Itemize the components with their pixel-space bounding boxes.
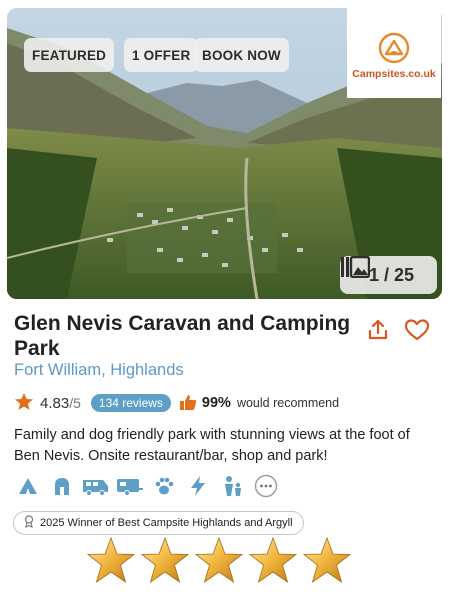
featured-badge: FEATURED — [24, 38, 115, 72]
share-icon — [368, 319, 388, 340]
share-button[interactable] — [367, 318, 389, 342]
caravan-icon — [116, 474, 144, 498]
gallery-counter-button[interactable]: 1 / 25 — [340, 256, 437, 294]
gold-star-icon — [194, 536, 244, 583]
family-icon — [218, 474, 246, 498]
rating-row: 4.83/5 134 reviews 99% would recommend — [14, 392, 444, 414]
thumbs-up-icon — [179, 393, 197, 414]
cabin-icon — [48, 474, 76, 498]
rating-score: 4.83/5 — [40, 394, 81, 412]
award-badge: 2025 Winner of Best Campsite Highlands a… — [13, 511, 304, 535]
heart-icon — [404, 319, 430, 341]
recommend-percentage: 99% — [201, 395, 231, 411]
recommend-label: would recommend — [236, 396, 340, 410]
award-text: 2025 Winner of Best Campsite Highlands a… — [40, 517, 293, 529]
tent-icon — [14, 474, 42, 498]
reviews-count-button[interactable]: 134 reviews — [90, 394, 171, 412]
park-location-link[interactable]: Fort William, Highlands — [14, 361, 184, 380]
gold-star-icon — [302, 536, 352, 583]
favourite-button[interactable] — [404, 318, 430, 342]
more-icon[interactable] — [252, 474, 280, 498]
campsites-brand-name: Campsites.co.uk — [352, 68, 436, 80]
park-description: Family and dog friendly park with stunni… — [14, 427, 410, 464]
gold-star-icon — [248, 536, 298, 583]
amenities-list — [14, 473, 280, 499]
paw-icon — [150, 474, 178, 498]
award-ribbon-icon — [24, 515, 34, 531]
gold-star-icon — [140, 536, 190, 583]
gallery-count: 1 / 25 — [368, 264, 415, 285]
star-icon — [14, 392, 34, 414]
motorhome-icon — [82, 474, 110, 498]
park-title[interactable]: Glen Nevis Caravan and Camping Park — [14, 311, 364, 361]
book-now-badge[interactable]: BOOK NOW — [194, 38, 289, 72]
campsites-logo[interactable]: Campsites.co.uk — [347, 8, 441, 98]
offer-badge[interactable]: 1 OFFER — [124, 38, 199, 72]
electric-icon — [184, 474, 212, 498]
award-stars — [86, 536, 352, 586]
gold-star-icon — [86, 536, 136, 583]
campsites-logo-icon — [378, 32, 410, 64]
